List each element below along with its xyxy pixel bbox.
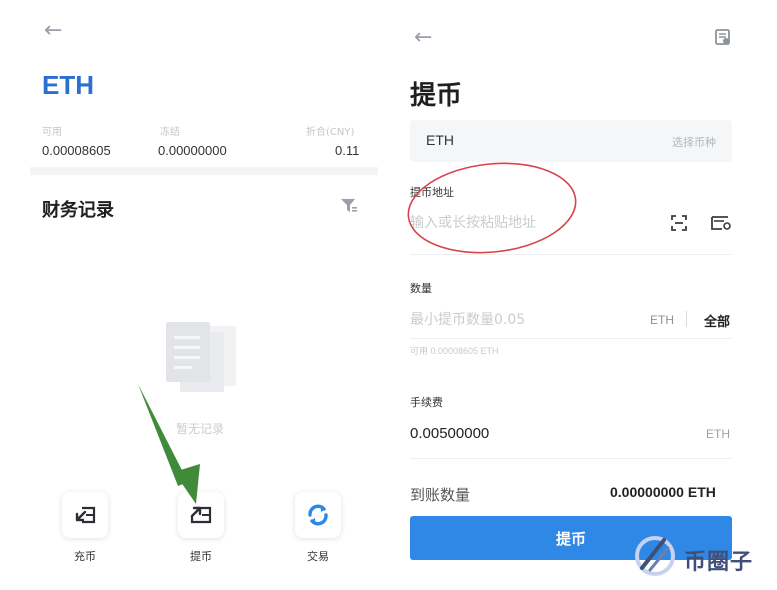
received-amount-label: 到账数量: [410, 486, 471, 504]
fee-underline: [410, 458, 732, 459]
page-title: 提币: [410, 81, 463, 111]
address-label: 提币地址: [410, 186, 454, 199]
selected-coin: ETH: [426, 132, 454, 148]
filter-icon[interactable]: [340, 197, 358, 215]
amount-divider: [686, 311, 687, 327]
trade-label: 交易: [307, 550, 329, 563]
address-underline: [410, 254, 732, 255]
empty-records-illustration: [166, 322, 236, 392]
empty-records-text: 暂无记录: [176, 422, 225, 436]
amount-label: 数量: [410, 282, 432, 295]
cny-equivalent-value: 0.11: [335, 143, 360, 158]
asset-detail-screen: ← ETH 可用 0.00008605 冻结 0.00000000 折合(CNY…: [0, 0, 390, 590]
amount-unit: ETH: [650, 313, 674, 327]
available-label: 可用: [42, 127, 62, 138]
address-book-icon[interactable]: [710, 214, 732, 232]
fee-unit: ETH: [706, 427, 730, 441]
withdraw-submit-button[interactable]: 提币: [410, 516, 732, 560]
deposit-icon: [75, 506, 96, 524]
back-arrow-icon[interactable]: ←: [414, 27, 432, 49]
fee-label: 手续费: [410, 396, 443, 409]
trade-icon: [308, 504, 328, 526]
coin-title: ETH: [42, 70, 94, 100]
deposit-button[interactable]: 充币: [50, 492, 120, 564]
received-amount-value: 0.00000000 ETH: [610, 484, 716, 500]
section-divider: [30, 167, 378, 175]
available-value: 0.00008605: [42, 143, 111, 158]
annotation-arrow-icon: [138, 384, 200, 504]
choose-coin-link[interactable]: 选择币种: [672, 134, 716, 150]
withdraw-button[interactable]: 提币: [166, 492, 236, 564]
withdraw-all-button[interactable]: 全部: [704, 311, 730, 330]
coin-selector[interactable]: ETH 选择币种: [410, 120, 732, 162]
available-balance: 可用 0.00008605 ETH: [410, 346, 499, 356]
trade-button[interactable]: 交易: [283, 492, 353, 564]
amount-underline: [410, 338, 732, 339]
withdraw-label: 提币: [190, 550, 212, 563]
back-arrow-icon[interactable]: ←: [44, 20, 62, 42]
address-input[interactable]: [410, 205, 650, 241]
cny-equivalent-label: 折合(CNY): [306, 127, 355, 138]
scan-icon[interactable]: [670, 214, 688, 232]
records-title: 财务记录: [42, 200, 114, 221]
frozen-label: 冻结: [160, 127, 180, 138]
fee-value: 0.00500000: [410, 425, 490, 442]
deposit-label: 充币: [74, 550, 96, 563]
history-icon[interactable]: [714, 28, 732, 46]
amount-input[interactable]: [410, 302, 630, 338]
withdraw-screen: ← 提币 ETH 选择币种 提币地址 数量 ETH 全部 可用 0.000086…: [390, 0, 777, 590]
withdraw-icon: [190, 506, 212, 524]
frozen-value: 0.00000000: [158, 143, 227, 158]
